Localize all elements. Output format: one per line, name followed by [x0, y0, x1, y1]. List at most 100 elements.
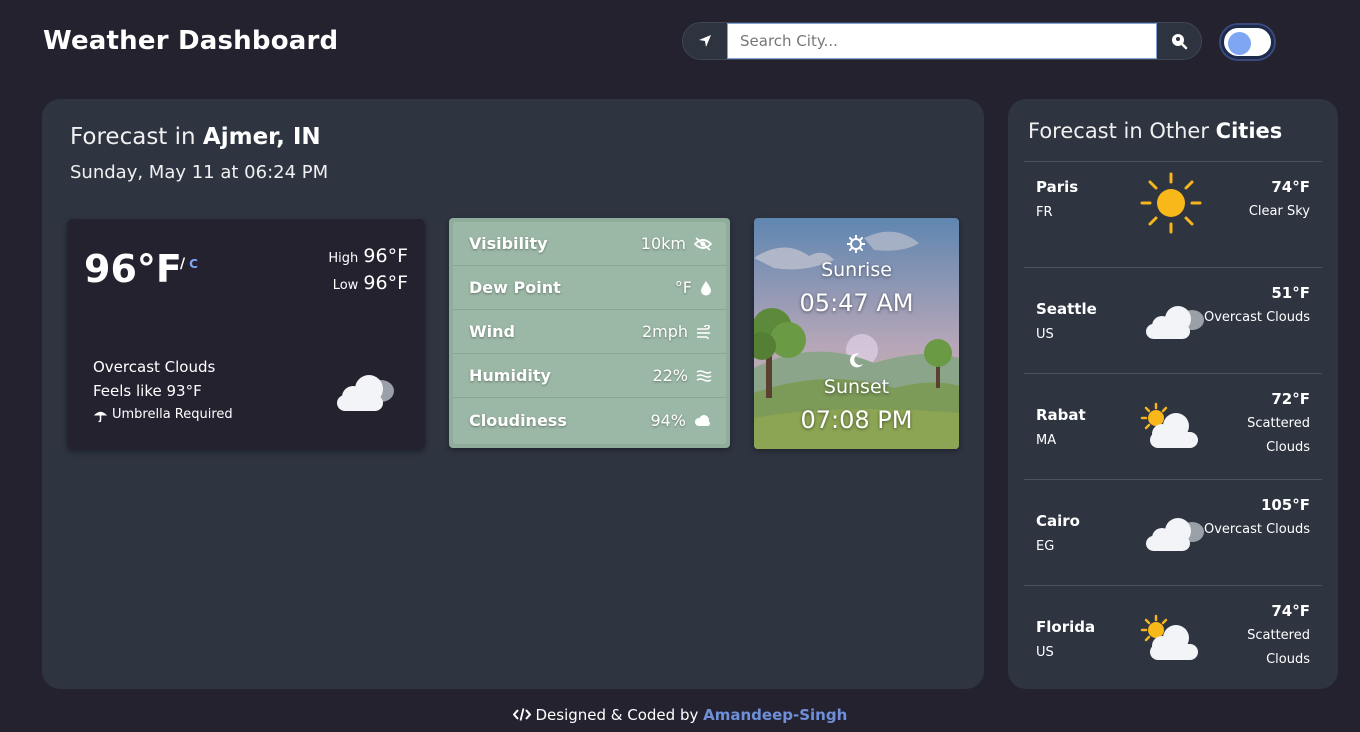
city-temp: 105°F [1260, 496, 1310, 514]
droplet-icon [700, 280, 712, 296]
sun-times-card: Sunrise 05:47 AM Sunset 07:08 PM [754, 218, 959, 449]
code-icon [512, 708, 532, 721]
city-name: Cairo [1036, 512, 1080, 530]
condition-block: Overcast Clouds Feels like 93°F Umbrella… [93, 355, 233, 427]
detail-value: 2mph [641, 322, 688, 341]
unit-separator: / [180, 256, 186, 272]
detail-label: Dew Point [469, 278, 561, 297]
detail-value-group: 2mph [642, 322, 712, 341]
city-name: Paris [1036, 178, 1079, 196]
city-temp: 51°F [1271, 284, 1310, 302]
city-desc: Clear Sky [1248, 204, 1310, 219]
location-arrow-icon [699, 35, 711, 47]
temperature-card: 96°F / C High 96°F Low 96°F Overcast Clou… [67, 219, 425, 450]
app-title: Weather Dashboard [43, 26, 339, 56]
city-country: EG [1036, 539, 1055, 554]
detail-value: 94% [650, 410, 686, 430]
sunset-time: 07:08 PM [800, 406, 913, 434]
eye-slash-icon [694, 236, 712, 251]
cloud-icon [694, 414, 712, 426]
current-location-button[interactable] [683, 23, 727, 59]
unit-switch: / C [180, 256, 198, 272]
sunset-label: Sunset [823, 376, 890, 398]
overcast-clouds-icon [337, 375, 394, 411]
celsius-toggle-link[interactable]: C [189, 257, 198, 271]
detail-label: Wind [469, 322, 515, 341]
search-location-icon [1172, 34, 1188, 50]
high-label: High [328, 251, 359, 266]
city-desc: Scattered Clouds [1247, 628, 1310, 667]
city-desc: Scattered Clouds [1247, 416, 1310, 455]
wind-icon [696, 324, 712, 339]
forecast-datetime: Sunday, May 11 at 06:24 PM [70, 162, 329, 183]
sunrise-icon [847, 235, 865, 253]
city-country: US [1036, 645, 1054, 660]
other-cities-title-bold: Cities [1215, 119, 1283, 143]
condition-text: Overcast Clouds [93, 358, 216, 376]
overcast-clouds-icon [1140, 302, 1206, 348]
city-row: Florida US 74°F Scattered Clouds [1024, 585, 1322, 691]
detail-value-group: 22% [652, 366, 712, 385]
sunrise-label: Sunrise [821, 259, 892, 281]
other-cities-panel: Forecast in Other Cities Paris FR 74°F Clea… [1008, 99, 1338, 689]
advice-text: Umbrella Required [112, 407, 233, 422]
city-name: Seattle [1036, 300, 1097, 318]
theme-toggle[interactable] [1221, 25, 1274, 59]
partly-cloudy-icon [1140, 402, 1202, 456]
city-country: FR [1036, 205, 1053, 220]
forecast-location: Ajmer, IN [202, 124, 321, 150]
low-value: 96°F [363, 272, 408, 294]
detail-value: 22% [652, 366, 688, 385]
city-temp: 74°F [1271, 178, 1310, 196]
city-country: US [1036, 327, 1054, 342]
overcast-clouds-icon [1140, 514, 1206, 560]
partly-cloudy-icon [1140, 614, 1202, 668]
high-value: 96°F [363, 245, 408, 267]
detail-value-group: 94% [650, 411, 712, 430]
search-button[interactable] [1157, 23, 1201, 59]
umbrella-icon [93, 411, 108, 422]
toggle-knob [1228, 32, 1251, 55]
city-row: Rabat MA 72°F Scattered Clouds [1024, 373, 1322, 479]
detail-value-group: °F [675, 278, 712, 297]
footer-text: Designed & Coded by [535, 706, 699, 724]
water-icon [696, 369, 712, 382]
detail-row: Cloudiness 94% [453, 398, 726, 442]
detail-label: Cloudiness [469, 410, 567, 430]
sunrise-time: 05:47 AM [799, 289, 914, 317]
detail-label: Humidity [469, 366, 551, 385]
city-name: Florida [1036, 618, 1096, 636]
detail-label: Visibility [469, 234, 548, 253]
feels-like-text: Feels like 93°F [93, 382, 202, 400]
detail-row: Dew Point °F [453, 266, 726, 310]
detail-row: Humidity 22% [453, 354, 726, 398]
city-desc: Overcast Clouds [1203, 522, 1310, 537]
high-low: High 96°F Low 96°F [328, 244, 408, 298]
city-row: Paris FR 74°F Clear Sky [1024, 161, 1322, 267]
forecast-title: Forecast in Ajmer, IN [70, 124, 321, 150]
detail-value-group: 10km [641, 234, 712, 253]
search-input[interactable] [727, 23, 1157, 59]
detail-value: 10km [640, 234, 686, 253]
search-bar [682, 22, 1202, 60]
details-list: Visibility 10km Dew Point °F Wind 2mph Humidit… [453, 222, 726, 444]
detail-row: Visibility 10km [453, 222, 726, 266]
detail-row: Wind 2mph [453, 310, 726, 354]
forecast-title-prefix: Forecast in [70, 124, 196, 150]
city-row: Cairo EG 105°F Overcast Clouds [1024, 479, 1322, 585]
city-name: Rabat [1036, 406, 1086, 424]
current-temperature: 96°F [84, 247, 182, 291]
city-country: MA [1036, 433, 1057, 448]
low-label: Low [332, 278, 359, 293]
city-temp: 72°F [1271, 390, 1310, 408]
sun-icon [1140, 172, 1202, 238]
author-link[interactable]: Amandeep-Singh [703, 706, 847, 724]
city-list: Paris FR 74°F Clear Sky Seattle US 51°F Overcas… [1024, 161, 1322, 691]
footer: Designed & Coded by Amandeep-Singh [0, 706, 1360, 724]
city-desc: Overcast Clouds [1203, 310, 1310, 325]
other-cities-title-prefix: Forecast in Other [1028, 119, 1209, 143]
advice-row: Umbrella Required [93, 403, 233, 427]
current-forecast-panel: Forecast in Ajmer, IN Sunday, May 11 at … [42, 99, 984, 689]
other-cities-title: Forecast in Other Cities [1028, 119, 1282, 143]
city-row: Seattle US 51°F Overcast Clouds [1024, 267, 1322, 373]
